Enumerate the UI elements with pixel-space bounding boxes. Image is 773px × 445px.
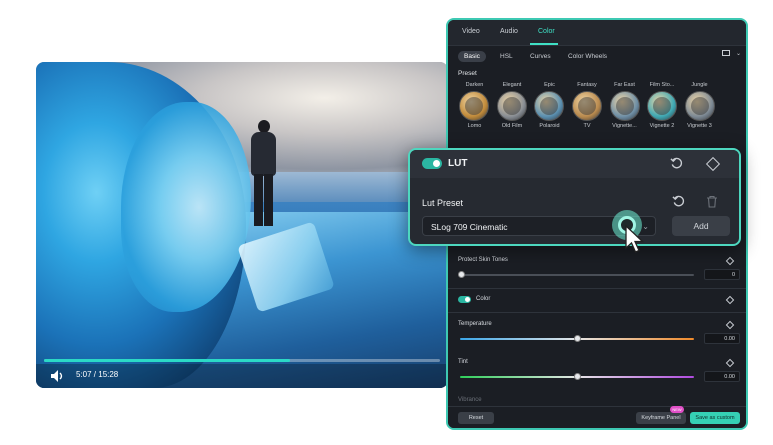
subtab-hsl[interactable]: HSL [494,51,519,62]
video-progress-bar[interactable] [44,359,440,362]
tab-video[interactable]: Video [462,28,480,35]
preset-names-row2: Lomo Old Film Polaroid TV Vignette... Vi… [456,123,718,129]
preset-thumbnail[interactable] [571,91,602,121]
color-section-row: Color [448,293,746,309]
slider-knob[interactable] [574,373,581,380]
preset-section-label: Preset [458,70,477,77]
tint-value[interactable]: 0.00 [704,371,740,382]
preset-names-row1: Darken Elegant Epic Fantasy Far East Fil… [456,82,718,88]
preset-name: Fantasy [577,82,597,88]
preset-name: Vignette... [612,123,637,129]
lut-header: LUT [410,150,739,178]
video-person [248,120,278,230]
divider [448,312,746,313]
lut-title: LUT [448,158,468,169]
preset-thumbnail[interactable] [684,91,715,121]
preset-name: Far East [614,82,635,88]
keyframe-diamond-icon[interactable] [705,156,721,172]
panel-tabs: Video Audio Color [448,20,746,46]
preset-name: TV [583,123,591,129]
preset-name: Vignette 3 [687,123,712,129]
protect-skin-tones-value[interactable]: 0 [704,269,740,280]
chevron-down-icon[interactable]: ⌄ [736,50,741,57]
preset-thumbnail[interactable] [647,91,678,121]
add-lut-button[interactable]: Add [672,216,730,236]
color-section-label: Color [476,296,491,302]
preset-name: Old Film [501,123,523,129]
compare-icon[interactable] [722,50,730,56]
preset-thumbnails [456,91,718,121]
reset-icon[interactable] [672,195,685,208]
keyframe-icon[interactable] [725,295,735,305]
protect-skin-tones-label: Protect Skin Tones [458,257,508,263]
subtab-basic[interactable]: Basic [458,51,486,62]
person-leg-right [264,174,273,226]
person-torso [251,132,276,176]
tab-audio[interactable]: Audio [500,28,518,35]
person-leg-left [254,174,263,226]
video-timecode: 5:07 / 15:28 [76,370,119,379]
preset-thumbnail[interactable] [609,91,640,121]
preset-name: Darken [465,82,484,88]
reset-icon[interactable] [670,157,683,170]
vibrance-label: Vibrance [458,397,482,403]
video-preview[interactable]: 5:07 / 15:28 [36,62,448,388]
preset-name: Elegant [502,82,522,88]
save-as-custom-button[interactable]: Save as custom [690,412,740,424]
mouse-pointer-icon [625,224,645,253]
temperature-label: Temperature [458,321,492,327]
keyframe-panel-button[interactable]: Keyframe Panel [636,412,686,424]
video-controls: 5:07 / 15:28 [36,364,448,388]
keyframe-icon[interactable] [725,320,735,330]
new-badge: NEW [670,406,684,413]
video-progress-fill [44,359,290,362]
temperature-slider[interactable] [460,335,694,342]
subtab-curves[interactable]: Curves [524,51,557,62]
tint-slider[interactable] [460,373,694,380]
trash-icon[interactable] [706,195,718,208]
tab-color[interactable]: Color [538,28,555,35]
preset-thumbnail[interactable] [534,91,565,121]
lut-preset-label: Lut Preset [422,198,464,208]
color-subtabs: Basic HSL Curves Color Wheels [448,46,746,68]
reset-button[interactable]: Reset [458,412,494,424]
preset-thumbnail[interactable] [496,91,527,121]
preset-name: Polaroid [539,123,560,129]
divider [448,288,746,289]
temperature-value[interactable]: 0.00 [704,333,740,344]
preset-name: Film Sto... [649,82,675,88]
lut-preset-value: SLog 709 Cinematic [431,222,508,232]
preset-name: Epic [544,82,555,88]
preset-grid: Darken Elegant Epic Fantasy Far East Fil… [456,82,736,129]
color-toggle[interactable] [458,296,471,303]
protect-skin-tones-slider[interactable] [458,271,694,278]
tint-label: Tint [458,359,468,365]
panel-footer: Reset Keyframe Panel NEW Save as custom [448,406,746,428]
lut-card: LUT Lut Preset SLog 709 Cinematic ⌄ Add [408,148,741,253]
keyframe-icon[interactable] [725,358,735,368]
lut-toggle[interactable] [422,158,442,169]
preset-name: Lomo [467,123,482,129]
tab-color-underline [530,43,558,45]
volume-icon[interactable] [50,369,66,383]
slider-knob[interactable] [574,335,581,342]
preset-name: Jungle [691,82,708,88]
preset-thumbnail[interactable] [459,91,489,121]
subtab-color-wheels[interactable]: Color Wheels [562,51,613,62]
preset-name: Vignette 2 [649,123,675,129]
keyframe-icon[interactable] [725,256,735,266]
slider-knob[interactable] [458,271,465,278]
